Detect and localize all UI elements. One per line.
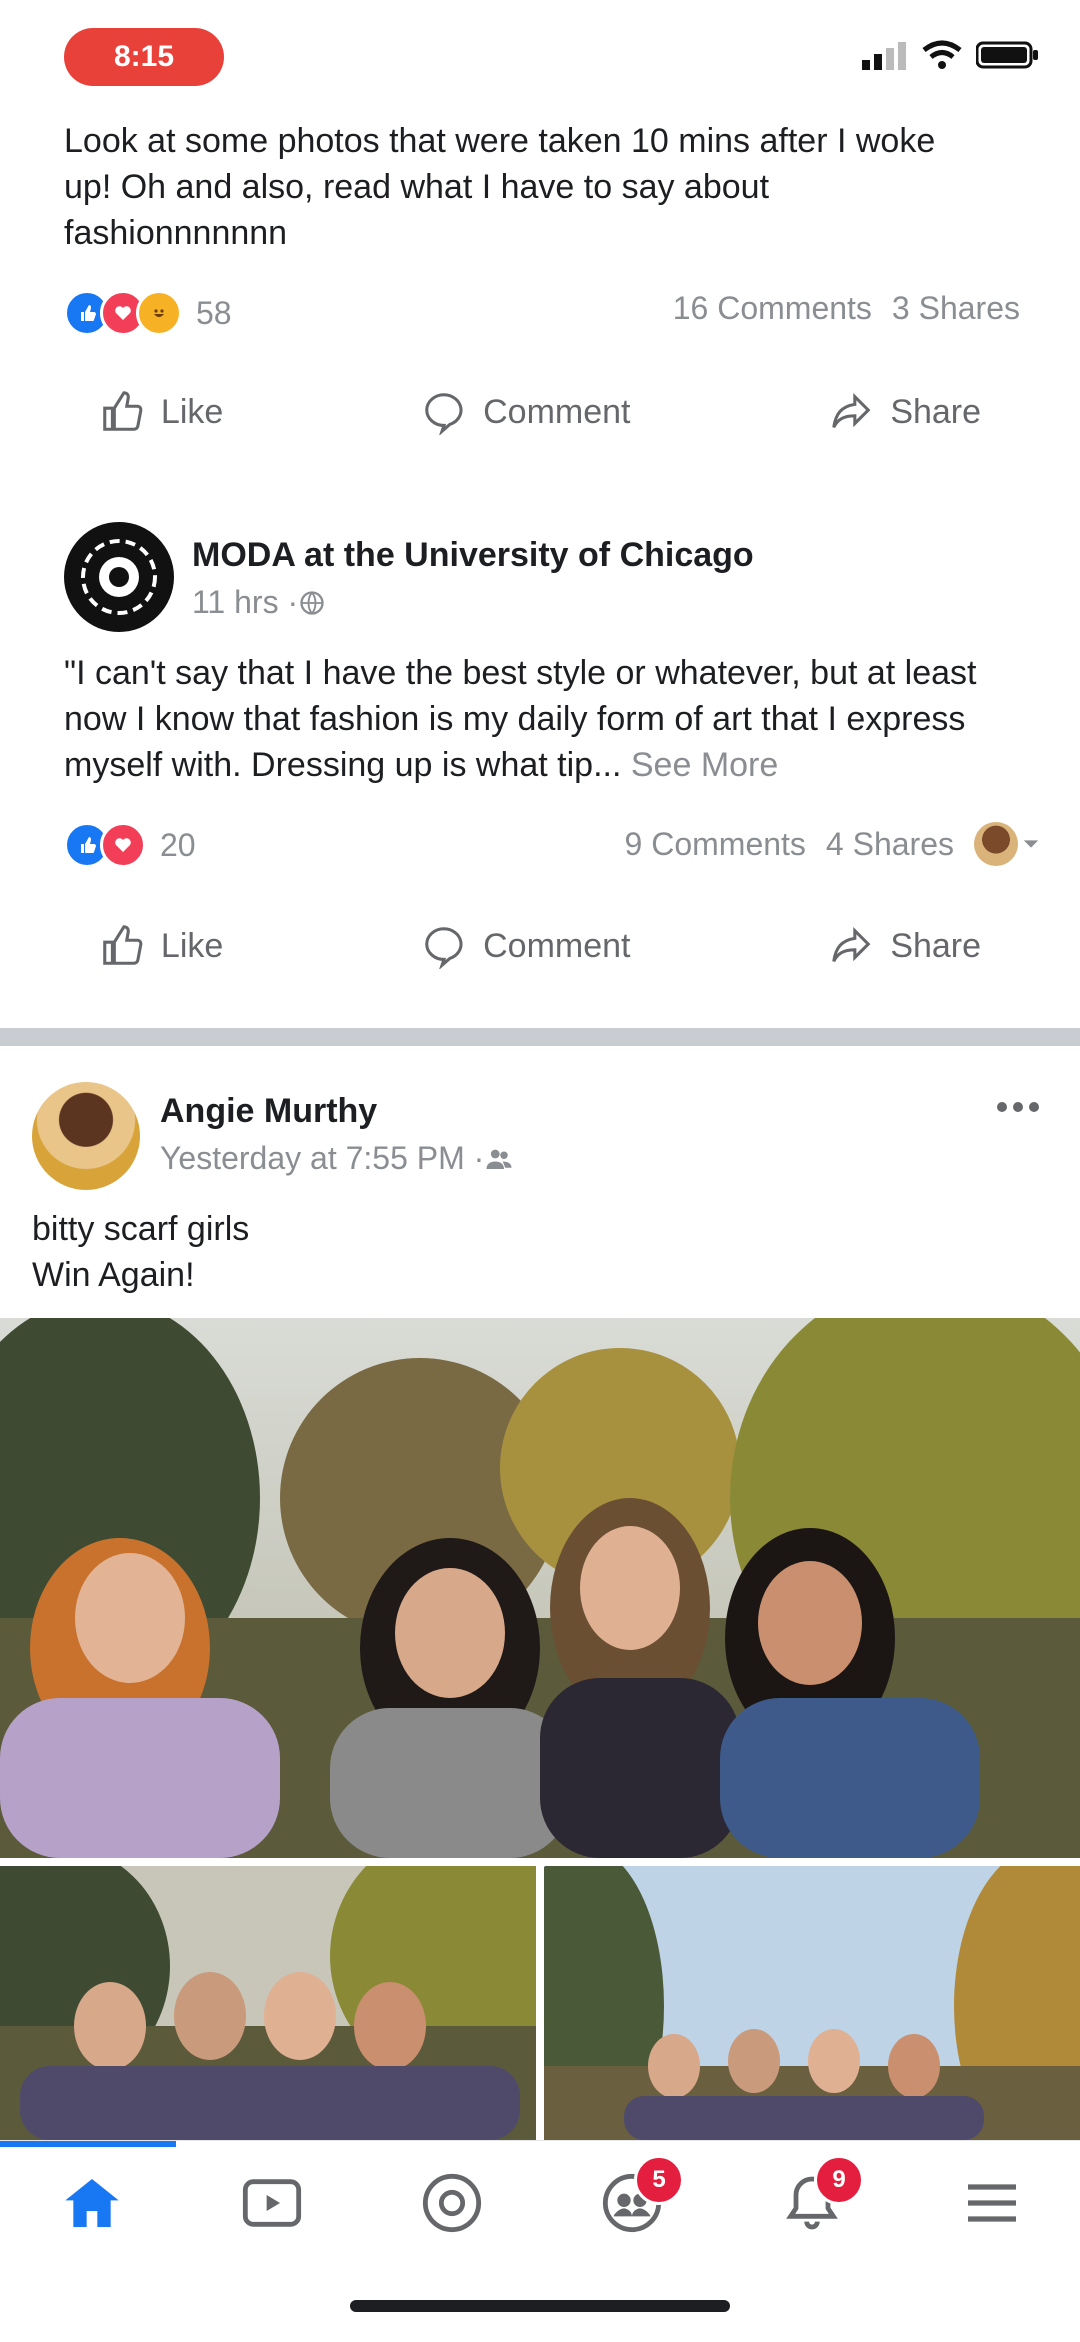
post2-text-block: "I can't say that I have the best style … bbox=[64, 650, 1014, 788]
post3-caption-line2: Win Again! bbox=[32, 1256, 195, 1294]
viewer-avatar bbox=[974, 822, 1018, 866]
moda-avatar[interactable] bbox=[64, 522, 174, 632]
post2-shares-link[interactable]: 4 Shares bbox=[826, 826, 954, 863]
post1-reactions[interactable]: 58 bbox=[64, 290, 232, 336]
active-tab-indicator bbox=[0, 2141, 176, 2147]
like-icon bbox=[103, 925, 143, 965]
like-icon bbox=[103, 391, 143, 431]
wifi-icon bbox=[922, 40, 962, 69]
comment-icon bbox=[425, 927, 463, 969]
post2-action-bar: Like Comment Share bbox=[0, 896, 1080, 996]
home-icon bbox=[65, 2179, 119, 2227]
post3-more-options-button[interactable] bbox=[996, 1100, 1040, 1118]
post1-comments-link[interactable]: 16 Comments bbox=[673, 290, 872, 327]
post2-like-button[interactable]: Like bbox=[99, 923, 223, 969]
watch-icon bbox=[242, 2179, 302, 2227]
post2-see-more-link[interactable]: See More bbox=[631, 746, 778, 784]
tab-marketplace[interactable] bbox=[412, 2163, 492, 2243]
post2-author[interactable]: MODA at the University of Chicago bbox=[192, 536, 754, 575]
notifications-badge: 9 bbox=[814, 2155, 864, 2205]
post1-shares-link[interactable]: 3 Shares bbox=[892, 290, 1020, 327]
menu-icon bbox=[968, 2184, 1016, 2222]
post3-time: Yesterday at 7:55 PM · bbox=[160, 1140, 485, 1176]
post2-engagement: 9 Comments 4 Shares bbox=[625, 822, 1040, 866]
feed-divider bbox=[0, 1028, 1080, 1046]
status-time-pill: 8:15 bbox=[64, 28, 224, 86]
tab-menu[interactable] bbox=[952, 2163, 1032, 2243]
post1-action-bar: Like Comment Share bbox=[0, 362, 1080, 462]
post1-share-button[interactable]: Share bbox=[828, 389, 981, 435]
battery-icon bbox=[976, 41, 1038, 69]
post1-engagement: 16 Comments 3 Shares bbox=[673, 290, 1020, 327]
post2-reaction-count: 20 bbox=[160, 826, 196, 863]
status-time: 8:15 bbox=[113, 40, 175, 73]
comment-icon bbox=[425, 393, 463, 435]
post1-text: Look at some photos that were taken 10 m… bbox=[64, 122, 936, 252]
post1-comment-button[interactable]: Comment bbox=[421, 389, 630, 435]
post2-comments-link[interactable]: 9 Comments bbox=[625, 826, 806, 863]
group-photo-image bbox=[0, 1866, 536, 2140]
moda-logo-icon bbox=[69, 527, 169, 627]
share-icon bbox=[832, 926, 871, 963]
groups-badge: 5 bbox=[634, 2155, 684, 2205]
globe-icon bbox=[300, 590, 324, 615]
post3-caption-line1: bitty scarf girls bbox=[32, 1210, 250, 1248]
tab-watch[interactable] bbox=[232, 2163, 312, 2243]
tab-groups[interactable]: 5 bbox=[592, 2155, 684, 2243]
angie-avatar[interactable] bbox=[32, 1082, 140, 1190]
love-reaction-icon bbox=[100, 822, 146, 868]
friends-audience-icon bbox=[486, 1149, 512, 1169]
marketplace-icon bbox=[422, 2173, 482, 2233]
post2-comment-button[interactable]: Comment bbox=[421, 923, 630, 969]
post2-time: 11 hrs · bbox=[192, 584, 299, 620]
bottom-tab-bar: 5 9 bbox=[0, 2140, 1080, 2261]
haha-reaction-icon bbox=[136, 290, 182, 336]
post1-like-button[interactable]: Like bbox=[99, 389, 223, 435]
post2-meta: 11 hrs · bbox=[192, 584, 326, 621]
status-icons bbox=[862, 40, 1040, 70]
post3-photo-main[interactable] bbox=[0, 1318, 1080, 1858]
post1-reaction-count: 58 bbox=[196, 294, 232, 331]
chevron-down-icon bbox=[1023, 840, 1039, 848]
group-photo-image bbox=[0, 1318, 1080, 1858]
home-indicator[interactable] bbox=[350, 2300, 730, 2312]
group-photo-image bbox=[544, 1866, 1080, 2140]
post2-text: "I can't say that I have the best style … bbox=[64, 654, 977, 784]
post3-meta: Yesterday at 7:55 PM · bbox=[160, 1140, 514, 1177]
more-options-icon bbox=[997, 1102, 1039, 1112]
tab-home[interactable] bbox=[52, 2163, 132, 2243]
post3-photo-right[interactable] bbox=[544, 1866, 1080, 2140]
tab-notifications[interactable]: 9 bbox=[772, 2155, 864, 2243]
post3-author[interactable]: Angie Murthy bbox=[160, 1092, 377, 1131]
post2-share-button[interactable]: Share bbox=[828, 923, 981, 969]
post3-photo-left[interactable] bbox=[0, 1866, 536, 2140]
post2-reactions[interactable]: 20 bbox=[64, 822, 196, 868]
share-audience-selector[interactable] bbox=[974, 822, 1040, 866]
signal-icon bbox=[862, 42, 906, 70]
share-icon bbox=[832, 392, 871, 429]
